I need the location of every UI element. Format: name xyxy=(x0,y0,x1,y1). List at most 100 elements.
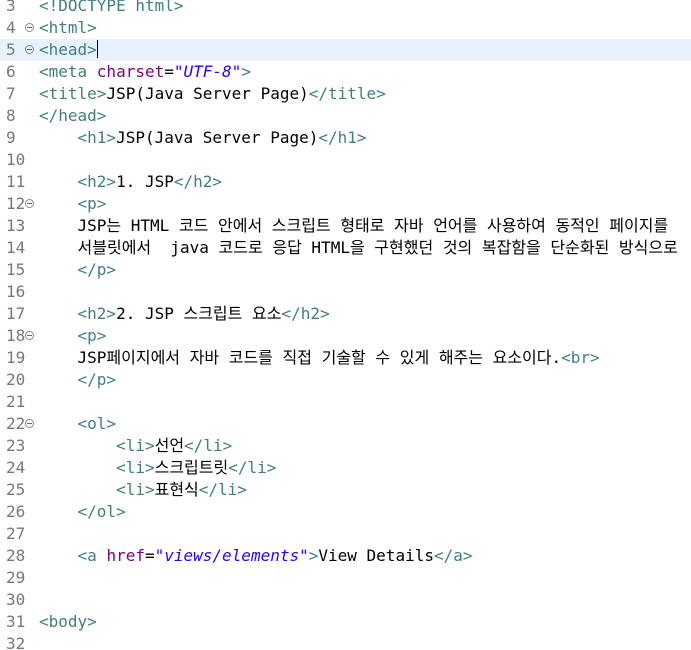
line-gutter: 9 xyxy=(0,127,38,149)
code-text[interactable]: <head> xyxy=(39,39,98,61)
text-token: 1. JSP xyxy=(116,172,174,191)
code-text[interactable]: <body> xyxy=(39,611,97,633)
text-cursor xyxy=(96,40,98,58)
code-line[interactable]: 4 <html> xyxy=(0,17,691,39)
code-line[interactable]: 32 xyxy=(0,633,691,650)
line-gutter: 29 xyxy=(0,567,38,589)
line-gutter: 12 xyxy=(0,193,38,215)
html-tag-token: <html> xyxy=(39,18,97,37)
code-text[interactable]: JSP페이지에서 자바 코드를 직접 기술할 수 있게 해주는 요소이다.<br… xyxy=(39,347,600,369)
code-line[interactable]: 6 <meta charset="UTF-8"> xyxy=(0,61,691,83)
code-text[interactable]: </p> xyxy=(39,369,117,391)
text-token: 서블릿에서 java 코드로 응답 HTML을 구현했던 것의 복잡함을 단순화… xyxy=(77,238,678,257)
fold-toggle-icon[interactable] xyxy=(25,419,34,428)
html-tag-token: <p> xyxy=(77,194,107,213)
code-line[interactable]: 12 <p> xyxy=(0,193,691,215)
html-tag-token: <ol> xyxy=(77,414,117,433)
line-number: 27 xyxy=(6,524,26,543)
fold-toggle-icon[interactable] xyxy=(25,23,34,32)
fold-toggle-icon[interactable] xyxy=(25,331,34,340)
code-editor[interactable]: 3 <!DOCTYPE html> 4 <html> 5 <head> 6 <meta cha… xyxy=(0,0,691,650)
code-text[interactable]: <h1>JSP(Java Server Page)</h1> xyxy=(39,127,367,149)
code-line[interactable]: 30 xyxy=(0,589,691,611)
html-tag-token: <title> xyxy=(39,84,107,103)
line-gutter: 3 xyxy=(0,0,38,17)
line-number: 9 xyxy=(6,128,16,147)
code-text[interactable]: <html> xyxy=(39,17,97,39)
line-number: 7 xyxy=(6,84,16,103)
code-line[interactable]: 7 <title>JSP(Java Server Page)</title> xyxy=(0,83,691,105)
code-text[interactable]: </p> xyxy=(39,259,117,281)
code-line[interactable]: 8 </head> xyxy=(0,105,691,127)
code-text[interactable]: <meta charset="UTF-8"> xyxy=(39,61,251,83)
code-text[interactable]: JSP는 HTML 코드 안에서 스크립트 형태로 자바 언어를 사용하여 동적… xyxy=(39,215,669,237)
line-gutter: 7 xyxy=(0,83,38,105)
code-line[interactable]: 25 <li>표현식</li> xyxy=(0,479,691,501)
code-line[interactable]: 18 <p> xyxy=(0,325,691,347)
code-line[interactable]: 15 </p> xyxy=(0,259,691,281)
html-tag-token: </ol> xyxy=(77,502,126,521)
code-line[interactable]: 21 xyxy=(0,391,691,413)
line-number: 18 xyxy=(6,326,26,345)
code-text[interactable]: <li>스크립트릿</li> xyxy=(39,457,276,479)
fold-toggle-icon[interactable] xyxy=(25,199,34,208)
code-line[interactable]: 27 xyxy=(0,523,691,545)
code-text[interactable]: <h2>1. JSP</h2> xyxy=(39,171,223,193)
code-line[interactable]: 16 xyxy=(0,281,691,303)
line-gutter: 21 xyxy=(0,391,38,413)
code-line[interactable]: 5 <head> xyxy=(0,39,691,61)
code-text[interactable]: <li>표현식</li> xyxy=(39,479,247,501)
code-text[interactable]: <li>선언</li> xyxy=(39,435,232,457)
code-text[interactable]: <p> xyxy=(39,325,107,347)
code-text[interactable]: <!DOCTYPE html> xyxy=(39,0,184,17)
code-line[interactable]: 29 xyxy=(0,567,691,589)
line-gutter: 11 xyxy=(0,171,38,193)
line-gutter: 10 xyxy=(0,149,38,171)
attribute-token: charset xyxy=(96,62,165,81)
code-line[interactable]: 11 <h2>1. JSP</h2> xyxy=(0,171,691,193)
line-gutter: 19 xyxy=(0,347,38,369)
code-line[interactable]: 23 <li>선언</li> xyxy=(0,435,691,457)
code-text[interactable]: <title>JSP(Java Server Page)</title> xyxy=(39,83,386,105)
line-number: 31 xyxy=(6,612,26,631)
code-text[interactable]: <a href="views/elements">View Details</a… xyxy=(39,545,473,567)
code-line[interactable]: 22 <ol> xyxy=(0,413,691,435)
html-tag-token: <li> xyxy=(116,436,155,455)
code-line[interactable]: 24 <li>스크립트릿</li> xyxy=(0,457,691,479)
code-line[interactable]: 19 JSP페이지에서 자바 코드를 직접 기술할 수 있게 해주는 요소이다.… xyxy=(0,347,691,369)
code-text[interactable]: <p> xyxy=(39,193,107,215)
line-number: 3 xyxy=(6,0,16,15)
code-line[interactable]: 3 <!DOCTYPE html> xyxy=(0,0,691,17)
code-line[interactable]: 14 서블릿에서 java 코드로 응답 HTML을 구현했던 것의 복잡함을 … xyxy=(0,237,691,259)
html-tag-token: </li> xyxy=(228,458,277,477)
html-tag-token: <!DOCTYPE html> xyxy=(39,0,184,15)
code-line[interactable]: 28 <a href="views/elements">View Details… xyxy=(0,545,691,567)
text-token: JSP(Java Server Page) xyxy=(116,128,319,147)
code-line[interactable]: 9 <h1>JSP(Java Server Page)</h1> xyxy=(0,127,691,149)
code-line[interactable]: 31 <body> xyxy=(0,611,691,633)
code-line[interactable]: 10 xyxy=(0,149,691,171)
text-token: JSP페이지에서 자바 코드를 직접 기술할 수 있게 해주는 요소이다. xyxy=(77,348,562,367)
code-text[interactable]: </head> xyxy=(39,105,106,127)
line-number: 24 xyxy=(6,458,26,477)
code-text[interactable]: <ol> xyxy=(39,413,117,435)
code-line[interactable]: 20 </p> xyxy=(0,369,691,391)
code-text[interactable]: <h2>2. JSP 스크립트 요소</h2> xyxy=(39,303,330,325)
code-line[interactable]: 26 </ol> xyxy=(0,501,691,523)
line-gutter: 15 xyxy=(0,259,38,281)
line-number: 4 xyxy=(6,18,16,37)
fold-toggle-icon[interactable] xyxy=(25,45,34,54)
line-gutter: 17 xyxy=(0,303,38,325)
line-number: 30 xyxy=(6,590,26,609)
line-number: 6 xyxy=(6,62,16,81)
code-line[interactable]: 17 <h2>2. JSP 스크립트 요소</h2> xyxy=(0,303,691,325)
code-text[interactable]: 서블릿에서 java 코드로 응답 HTML을 구현했던 것의 복잡함을 단순화… xyxy=(39,237,678,259)
code-text[interactable]: </ol> xyxy=(39,501,126,523)
code-line[interactable]: 13 JSP는 HTML 코드 안에서 스크립트 형태로 자바 언어를 사용하여… xyxy=(0,215,691,237)
